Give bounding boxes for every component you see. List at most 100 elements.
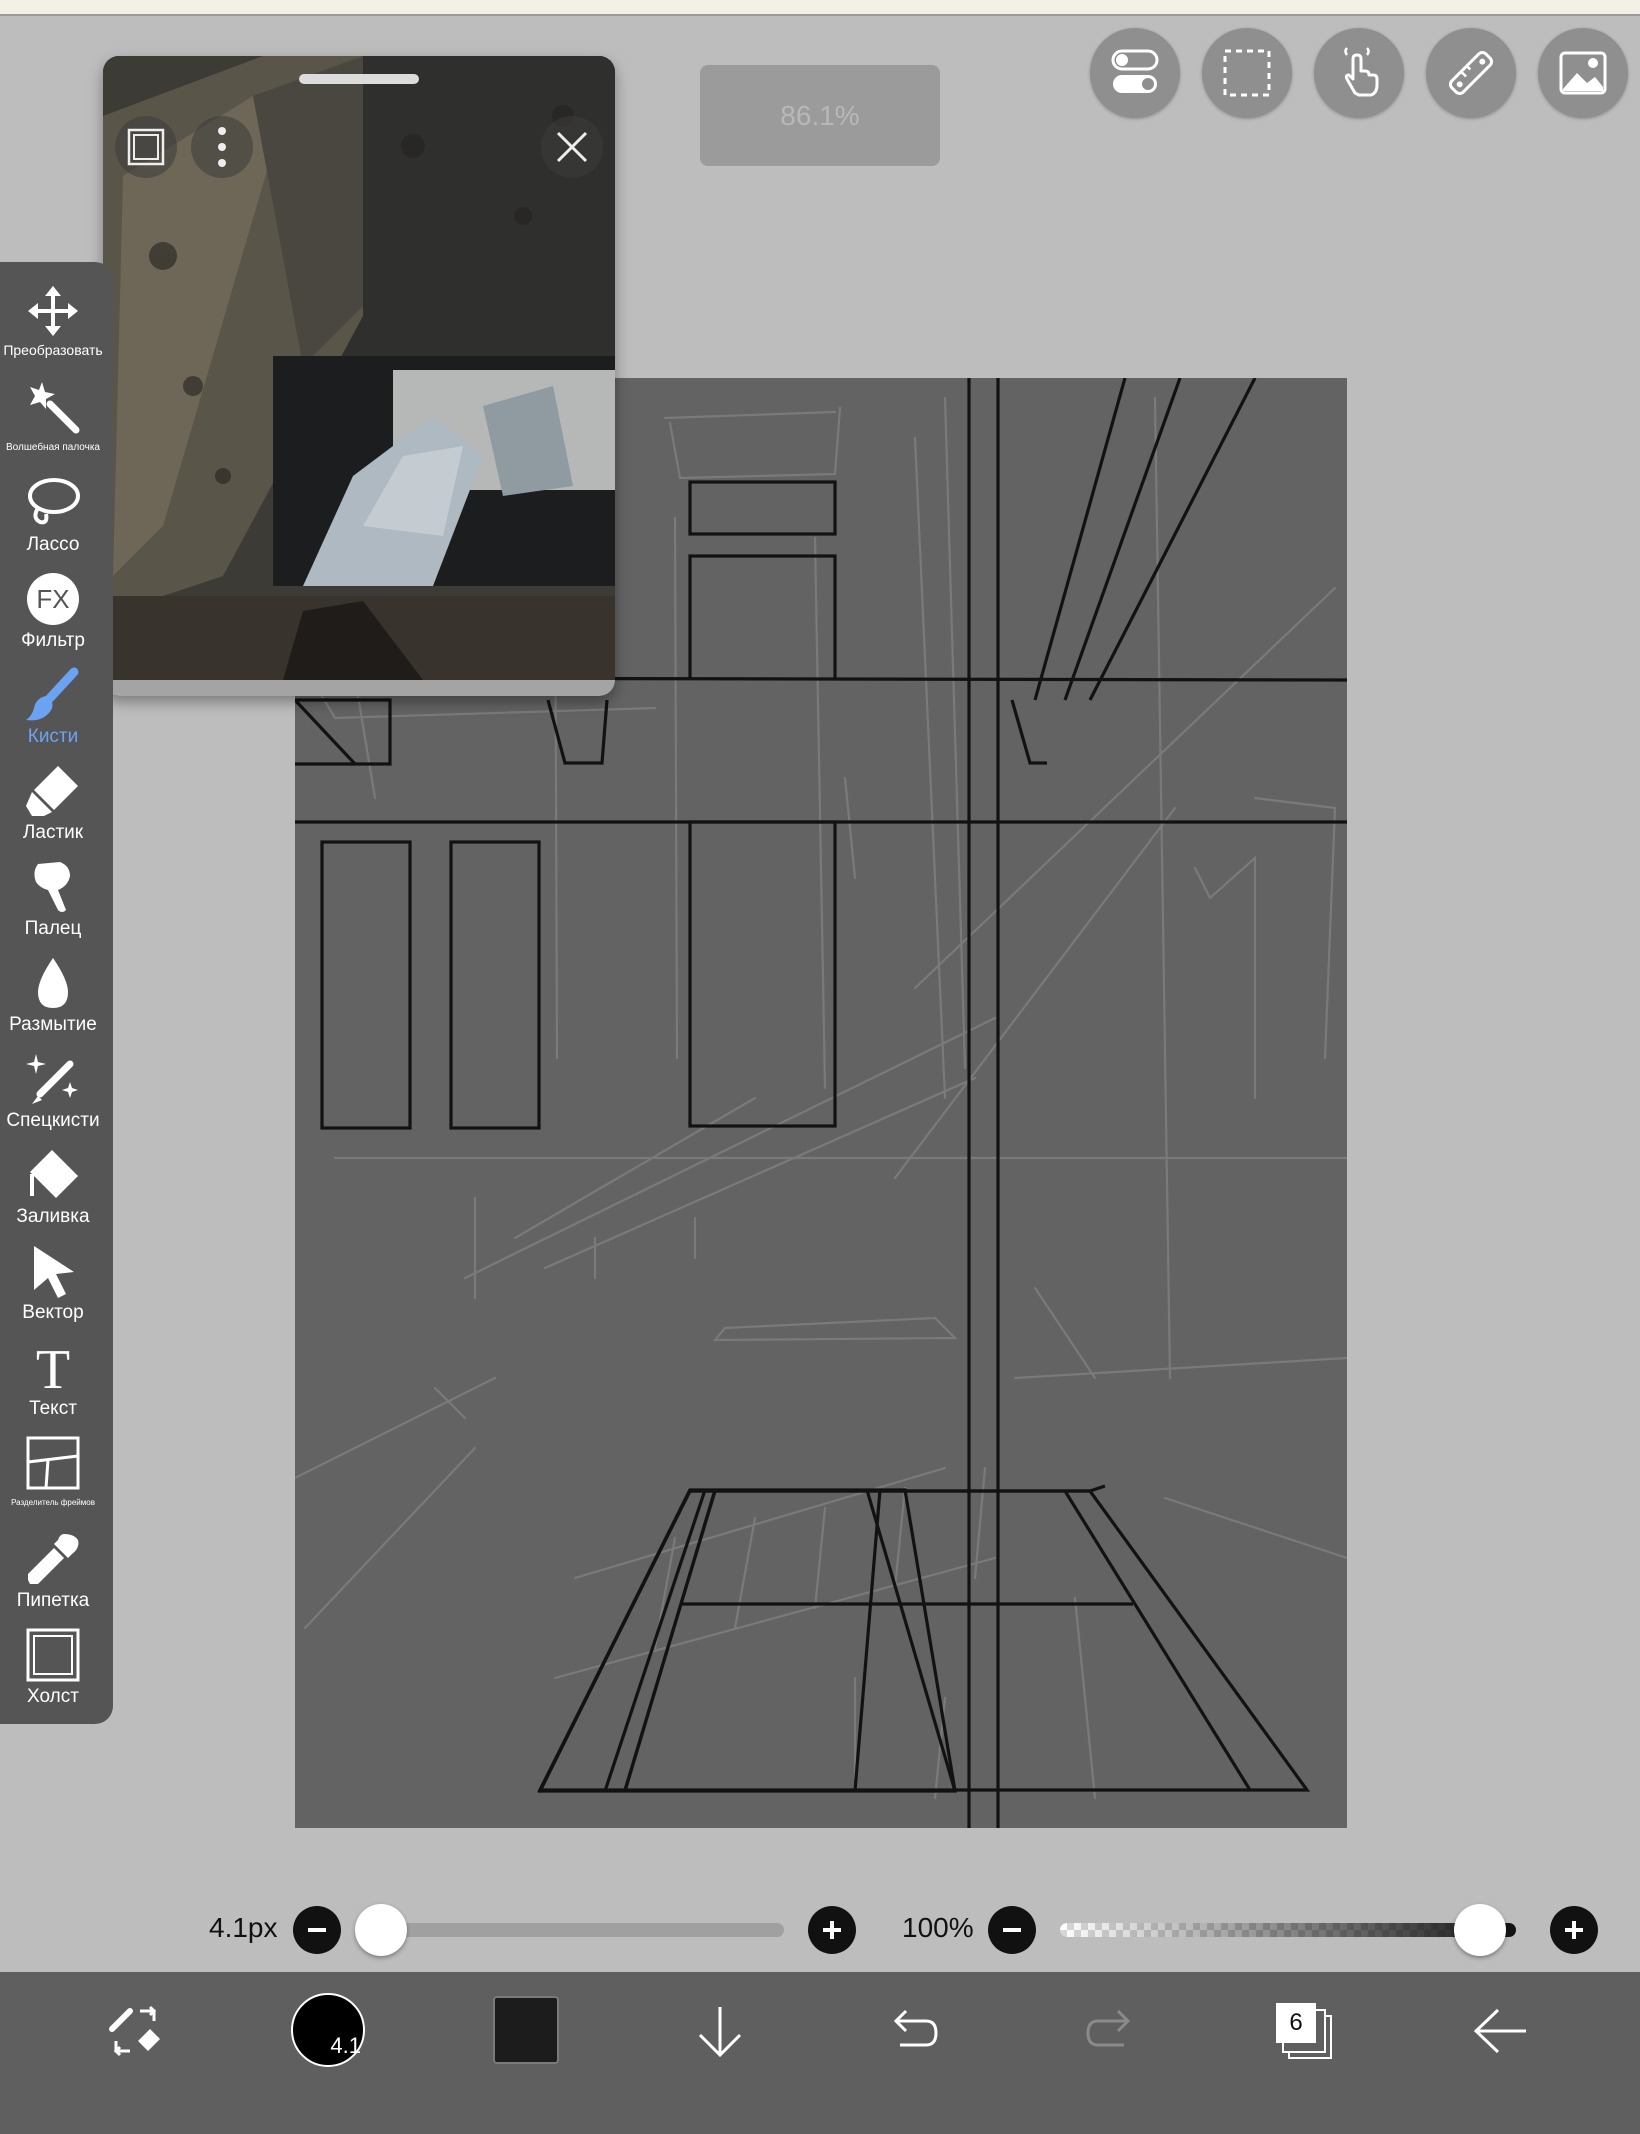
vector-arrow-icon bbox=[34, 1246, 74, 1298]
reference-menu-button[interactable] bbox=[191, 116, 253, 178]
blur-drop-icon bbox=[38, 958, 68, 1008]
undo-icon bbox=[893, 2009, 938, 2047]
more-vertical-icon bbox=[218, 127, 226, 167]
undo-button[interactable] bbox=[874, 1996, 954, 2066]
tool-eyedropper[interactable]: Пипетка bbox=[0, 1530, 106, 1626]
opacity-value: 100% bbox=[902, 1912, 974, 1943]
hand-touch-icon bbox=[1344, 47, 1379, 97]
import-down-button[interactable] bbox=[680, 1996, 760, 2066]
frame-divider-icon bbox=[26, 1436, 80, 1490]
layers-count: 6 bbox=[1276, 2003, 1316, 2043]
eyedropper-icon bbox=[28, 1534, 79, 1584]
square-frame-icon bbox=[127, 128, 165, 166]
toggle-switch-button[interactable] bbox=[1090, 28, 1180, 118]
reference-image-button[interactable] bbox=[1538, 28, 1628, 118]
drag-handle[interactable] bbox=[299, 74, 419, 84]
brush-size-slider[interactable] bbox=[364, 1923, 784, 1937]
brush-eraser-swap-icon bbox=[109, 2005, 160, 2057]
tool-transform[interactable]: Преобразовать bbox=[0, 282, 106, 378]
tool-label: Спецкисти bbox=[6, 1110, 100, 1131]
tool-text[interactable]: T Текст bbox=[0, 1338, 106, 1434]
brush-size-increase-button[interactable] bbox=[808, 1906, 856, 1954]
close-icon bbox=[556, 131, 588, 163]
arrow-left-icon bbox=[1473, 2008, 1526, 2054]
reference-fit-button[interactable] bbox=[115, 116, 177, 178]
tool-label: Кисти bbox=[27, 726, 79, 747]
bottom-toolbar bbox=[0, 1972, 1640, 2134]
tool-eraser[interactable]: Ластик bbox=[0, 762, 106, 858]
svg-text:FX: FX bbox=[36, 584, 69, 614]
layers-icon: 6 bbox=[1276, 2003, 1332, 2059]
touch-gesture-button[interactable] bbox=[1314, 28, 1404, 118]
magic-wand-icon bbox=[30, 382, 80, 434]
tool-smudge[interactable]: Палец bbox=[0, 858, 106, 954]
tool-label: Ластик bbox=[22, 822, 84, 843]
reference-window[interactable] bbox=[103, 56, 615, 696]
brush-size-thumb[interactable] bbox=[354, 1904, 407, 1956]
opacity-decrease-button[interactable] bbox=[988, 1906, 1036, 1954]
tool-label: Холст bbox=[27, 1686, 79, 1707]
plus-icon bbox=[1565, 1921, 1583, 1939]
eraser-icon bbox=[26, 766, 78, 816]
tool-label: Лассо bbox=[26, 534, 80, 555]
ruler-button[interactable] bbox=[1426, 28, 1516, 118]
tool-magic-wand[interactable]: Волшебная палочка bbox=[0, 378, 106, 474]
brush-preview-circle: 4.1 bbox=[291, 1993, 365, 2067]
svg-text:T: T bbox=[36, 1339, 70, 1396]
minus-icon bbox=[1003, 1928, 1021, 1932]
tool-filter[interactable]: FX Фильтр bbox=[0, 570, 106, 666]
zoom-value: 86.1% bbox=[780, 99, 860, 131]
back-button[interactable] bbox=[1460, 1996, 1540, 2066]
canvas-icon bbox=[26, 1628, 80, 1682]
color-picker-button[interactable] bbox=[493, 1996, 559, 2064]
tool-brush[interactable]: Кисти bbox=[0, 666, 106, 762]
opacity-thumb[interactable] bbox=[1453, 1904, 1506, 1956]
finger-smudge-icon bbox=[34, 862, 70, 912]
tool-fill[interactable]: Заливка bbox=[0, 1146, 106, 1242]
dashed-selection-icon bbox=[1223, 49, 1271, 97]
tool-label: Разделитель фреймов bbox=[11, 1498, 95, 1507]
image-icon bbox=[1559, 51, 1607, 95]
reference-photo bbox=[103, 56, 615, 680]
layers-button[interactable]: 6 bbox=[1264, 1996, 1344, 2066]
redo-button[interactable] bbox=[1070, 1996, 1150, 2066]
tool-frame-divider[interactable]: Разделитель фреймов bbox=[0, 1434, 106, 1530]
tool-label: Размытие bbox=[9, 1014, 97, 1035]
reference-window-footer bbox=[103, 680, 615, 696]
move-arrows-icon bbox=[28, 286, 78, 336]
fx-icon: FX bbox=[27, 573, 79, 625]
reference-close-button[interactable] bbox=[541, 116, 603, 178]
tool-label: Вектор bbox=[22, 1302, 84, 1323]
lasso-icon bbox=[28, 478, 80, 525]
tool-blur[interactable]: Размытие bbox=[0, 954, 106, 1050]
plus-icon bbox=[823, 1921, 841, 1939]
fill-bucket-icon bbox=[30, 1150, 78, 1198]
brush-preview-label: 4.1 bbox=[330, 2033, 361, 2058]
minus-icon bbox=[308, 1928, 326, 1932]
opacity-slider[interactable] bbox=[1060, 1923, 1516, 1937]
zoom-indicator: 86.1% bbox=[700, 65, 940, 166]
status-strip bbox=[0, 0, 1640, 16]
tool-canvas[interactable]: Холст bbox=[0, 1626, 106, 1722]
swap-tool-button[interactable] bbox=[96, 1996, 176, 2066]
tool-label: Фильтр bbox=[21, 630, 85, 651]
tool-label: Заливка bbox=[16, 1206, 90, 1227]
brush-size-decrease-button[interactable] bbox=[293, 1906, 341, 1954]
selection-button[interactable] bbox=[1202, 28, 1292, 118]
primary-color-swatch bbox=[493, 1996, 559, 2064]
text-icon: T bbox=[36, 1339, 70, 1396]
brush-icon bbox=[26, 667, 79, 721]
special-brush-icon bbox=[26, 1054, 78, 1104]
tool-palette: Преобразовать Волшебная палочка Лассо FX… bbox=[0, 262, 113, 1724]
tool-label: Пипетка bbox=[16, 1590, 90, 1611]
brush-preview-button[interactable]: 4.1 bbox=[290, 1992, 366, 2068]
redo-icon bbox=[1086, 2009, 1131, 2047]
opacity-increase-button[interactable] bbox=[1550, 1906, 1598, 1954]
tool-special-brush[interactable]: Спецкисти bbox=[0, 1050, 106, 1146]
tool-label: Текст bbox=[29, 1398, 77, 1419]
tool-vector[interactable]: Вектор bbox=[0, 1242, 106, 1338]
tool-lasso[interactable]: Лассо bbox=[0, 474, 106, 570]
tool-label: Палец bbox=[24, 918, 82, 939]
tool-label: Преобразовать bbox=[3, 342, 103, 358]
ruler-icon bbox=[1448, 50, 1494, 96]
